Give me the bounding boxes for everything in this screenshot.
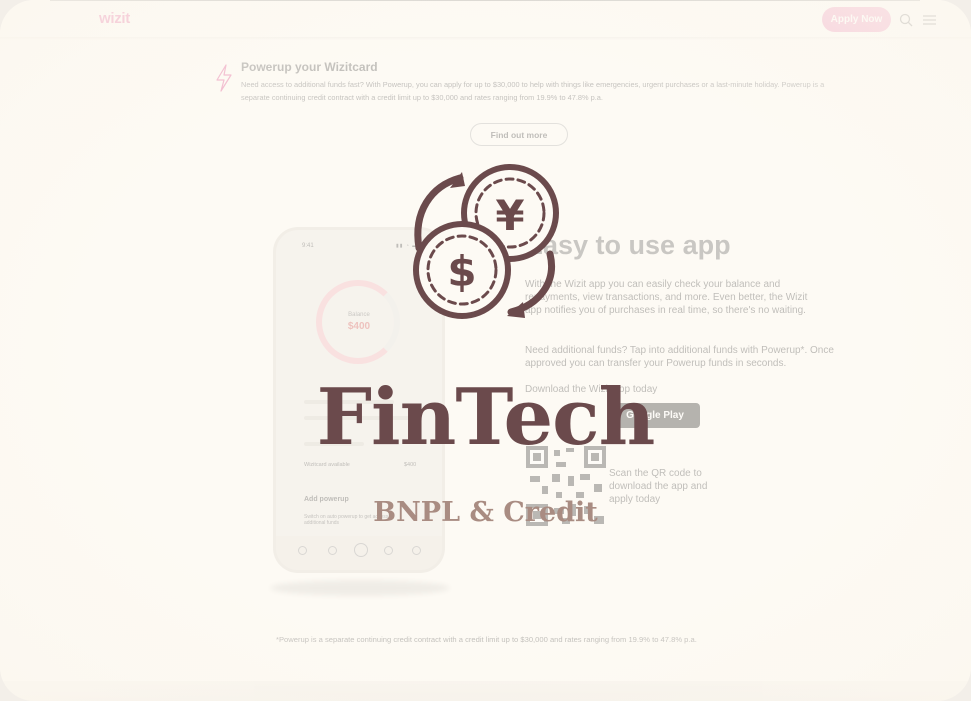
overlay-subtitle: BNPL & Credit [373,497,598,528]
page-card: wizit Apply Now Powerup your Wizitcard N… [0,0,971,701]
overlay-title: FinTech [316,372,656,463]
currency-exchange-icon: ¥ $ [413,164,559,319]
svg-text:¥: ¥ [495,191,524,240]
fintech-overlay: ¥ $ FinTech BNPL & Credit [0,0,971,701]
svg-text:$: $ [447,247,476,296]
